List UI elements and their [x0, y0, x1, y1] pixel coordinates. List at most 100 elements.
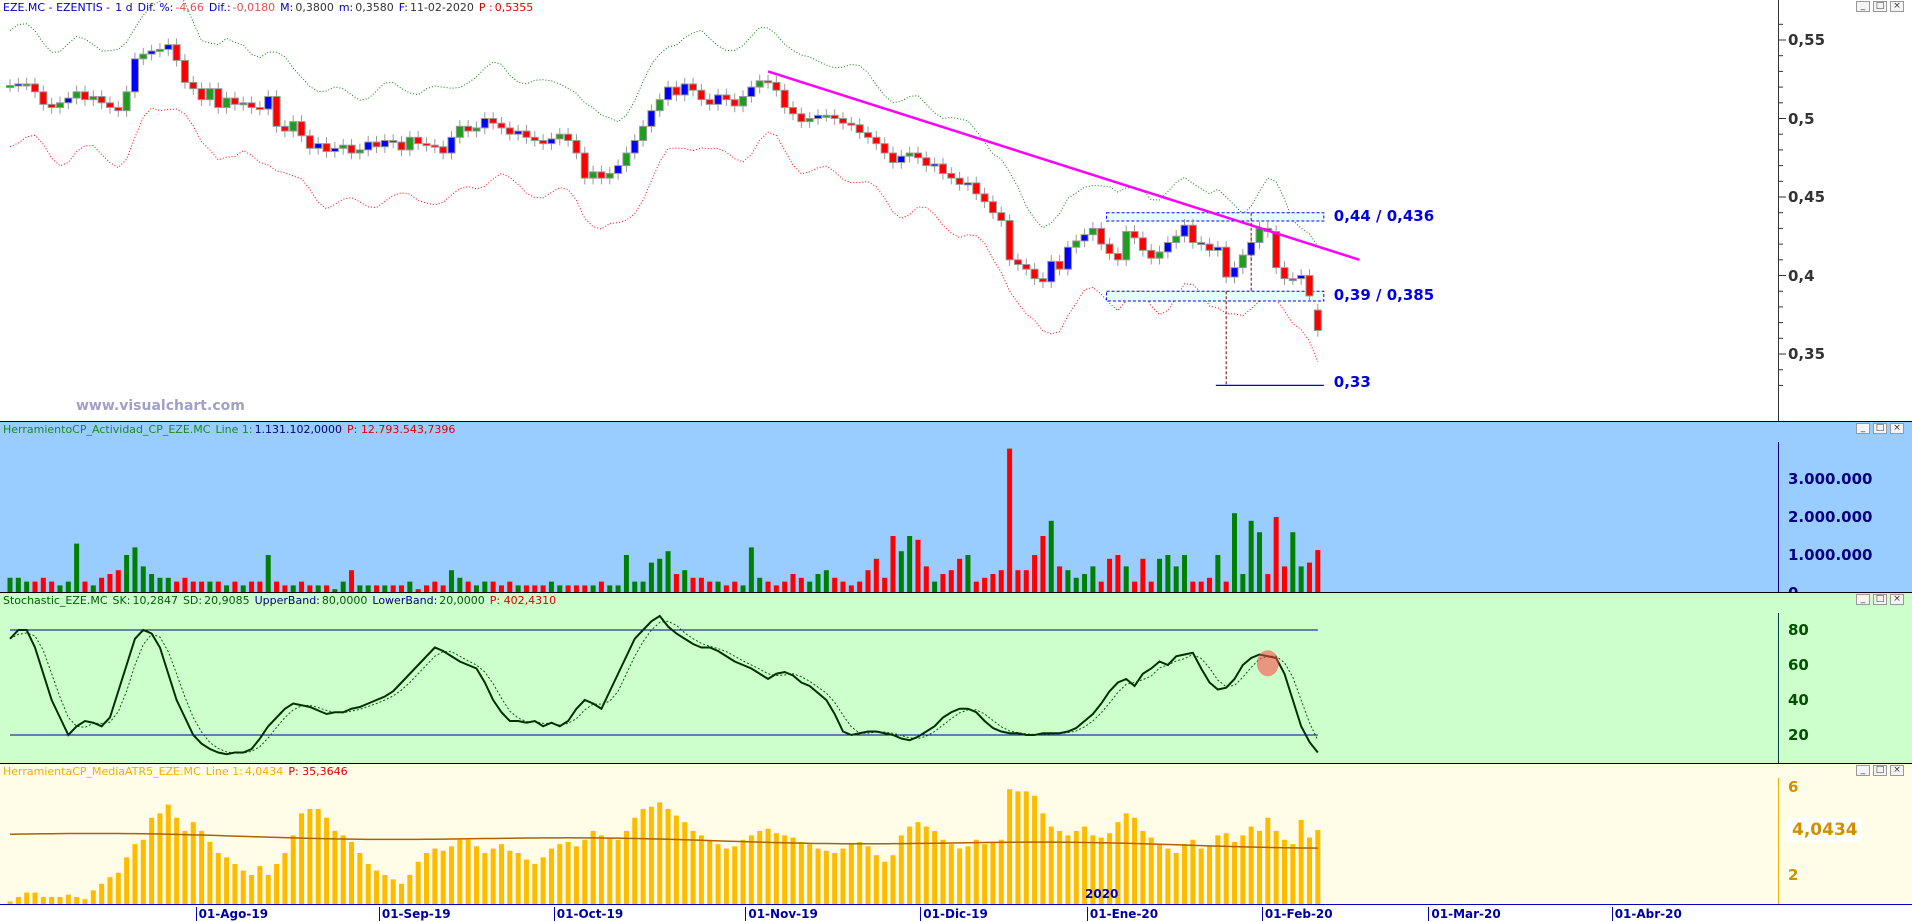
volume-bar	[1140, 558, 1146, 592]
candle-body	[430, 144, 439, 148]
symbol-label: EZE.MC - EZENTIS -	[3, 1, 111, 14]
price-panel[interactable]: EZE.MC - EZENTIS - 1 d Dif. %: -4,66 Dif.: -0…	[0, 0, 1912, 421]
atr-chart[interactable]	[0, 764, 1778, 904]
atr-bar	[832, 852, 838, 904]
date-label: 01-Oct-19	[553, 907, 623, 921]
candle-body	[697, 89, 706, 101]
volume-bar	[1082, 574, 1088, 592]
minimize-button[interactable]: _	[1856, 423, 1870, 434]
volume-bar	[540, 585, 546, 592]
volume-chart[interactable]	[0, 422, 1778, 592]
maximize-button[interactable]: □	[1873, 423, 1887, 434]
atr-bar	[332, 830, 338, 904]
candle-body	[1047, 260, 1056, 283]
volume-bar	[432, 581, 438, 592]
close-button[interactable]: ×	[1890, 1, 1904, 12]
candle-body	[805, 118, 814, 123]
atr-bar	[215, 852, 221, 904]
maximize-button[interactable]: □	[1873, 1, 1887, 12]
candle-body	[155, 48, 164, 52]
close-button[interactable]: ×	[1890, 765, 1904, 776]
atr-bar	[915, 822, 921, 904]
volume-bar	[274, 581, 280, 592]
candle-body	[522, 130, 531, 138]
atr-bar	[698, 835, 704, 904]
candle-body	[1313, 309, 1322, 331]
candle-body	[947, 172, 956, 179]
atr-bar	[399, 883, 405, 904]
stochastic-panel[interactable]: Stochastic_EZE.MC SK: 10,2847 SD: 20,9085 Upp…	[0, 592, 1912, 763]
stochastic-chart[interactable]	[0, 593, 1778, 763]
candle-body	[988, 201, 997, 214]
atr-bar	[1048, 826, 1054, 904]
minimize-button[interactable]: _	[1856, 1, 1870, 12]
volume-bar	[265, 555, 271, 592]
minimize-button[interactable]: _	[1856, 594, 1870, 605]
candle-body	[489, 118, 498, 124]
atr-bar	[723, 848, 729, 904]
maximize-button[interactable]: □	[1873, 765, 1887, 776]
candle-body	[1138, 237, 1147, 251]
candle-body	[355, 149, 364, 154]
volume-bar	[1132, 581, 1138, 592]
candle-body	[297, 121, 306, 137]
volume-tick-label: 3.000.000	[1788, 470, 1873, 488]
candle-body	[639, 125, 648, 141]
atr-bar	[1190, 839, 1196, 904]
stochastic-header: Stochastic_EZE.MC SK: 10,2847 SD: 20,9085 Upp…	[3, 594, 561, 607]
volume-bar	[657, 558, 663, 592]
atr-panel[interactable]: HerramientaCP_MediaATR5_EZE.MC Line 1: 4,0…	[0, 763, 1912, 904]
candle-body	[222, 97, 231, 109]
volume-bar	[598, 581, 604, 592]
candle-body	[839, 118, 847, 124]
candle-body	[472, 127, 481, 132]
close-button[interactable]: ×	[1890, 423, 1904, 434]
volume-bar	[757, 577, 763, 592]
candle-body	[64, 97, 73, 104]
volume-bar	[249, 581, 255, 592]
atr-bar	[907, 826, 913, 904]
atr-bar	[457, 839, 463, 904]
candle-body	[1072, 240, 1081, 248]
candle-body	[55, 102, 64, 109]
atr-bar	[1223, 833, 1229, 904]
volume-bar	[15, 577, 21, 592]
candle-body	[1063, 246, 1072, 270]
atr-bar	[582, 839, 588, 904]
close-button[interactable]: ×	[1890, 594, 1904, 605]
volume-bar	[307, 585, 313, 592]
volume-bar	[1040, 536, 1046, 592]
atr-bar	[523, 859, 529, 904]
atr-bar	[748, 835, 754, 904]
dif-pct-label: Dif. %:	[137, 1, 174, 14]
volume-bar	[848, 585, 854, 592]
candle-body	[264, 96, 273, 110]
volume-bar	[90, 585, 96, 592]
atr-bar	[74, 896, 80, 904]
candle-body	[672, 86, 681, 96]
candle-body	[72, 91, 81, 99]
candle-body	[280, 125, 289, 132]
resistance-label: 0,44 / 0,436	[1333, 206, 1435, 225]
atr-bar	[1023, 791, 1029, 904]
maximize-button[interactable]: □	[1873, 594, 1887, 605]
candle-body	[1197, 242, 1206, 246]
candle-body	[197, 88, 206, 101]
sk-line	[9, 614, 1319, 756]
atr-bar	[374, 870, 380, 904]
volume-bar	[107, 574, 113, 592]
atr-tick-label: 2	[1788, 865, 1799, 884]
volume-bar	[324, 585, 330, 592]
volume-bar	[1123, 566, 1129, 592]
volume-panel[interactable]: HerramientoCP_Actividad_CP_EZE.MC Line 1:…	[0, 421, 1912, 592]
volume-p-value: P: 12.793.543,7396	[347, 423, 456, 436]
candle-body	[1030, 268, 1039, 280]
atr-bar	[482, 852, 488, 904]
candle-body	[322, 143, 331, 152]
minimize-button[interactable]: _	[1856, 765, 1870, 776]
atr-bar	[174, 817, 180, 904]
ub-label: UpperBand:	[254, 594, 320, 607]
price-chart[interactable]	[0, 0, 1778, 421]
candle-body	[1305, 275, 1314, 297]
volume-bar	[965, 555, 971, 592]
